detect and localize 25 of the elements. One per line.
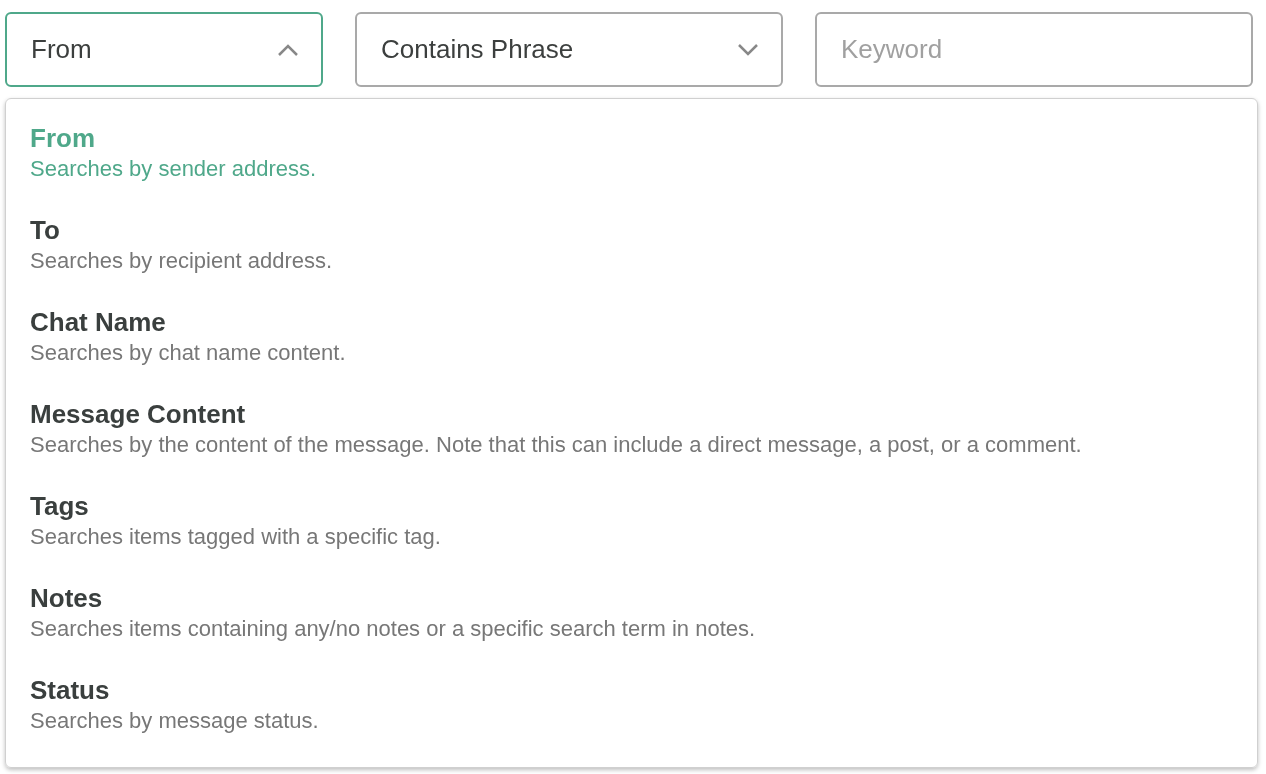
chevron-icon (737, 42, 759, 57)
option-title: Notes (30, 582, 104, 615)
option-title: Status (30, 674, 111, 707)
option-title: From (30, 122, 96, 155)
menu-option[interactable]: Tags Searches items tagged with a specific tag. (30, 489, 1257, 581)
option-description: Searches by recipient address. (30, 247, 334, 275)
option-description: Searches items containing any/no notes or a specific search term in notes. (30, 615, 757, 643)
option-description: Searches by the content of the message. Note that this can include a direct message, a post, or a comment. (30, 431, 1083, 459)
option-title: Chat Name (30, 306, 167, 339)
option-title: To (30, 214, 61, 247)
option-description: Searches by chat name content. (30, 339, 347, 367)
chevron-icon (277, 42, 299, 57)
option-description: Searches by sender address. (30, 155, 318, 183)
menu-option[interactable]: Message Content Searches by the content of the message. Note that this can include a direct message, a post, or a comment. (30, 397, 1257, 489)
option-description: Searches by message status. (30, 707, 320, 735)
operator-select[interactable]: Contains Phrase (355, 12, 783, 87)
menu-option[interactable]: Status Searches by message status. (30, 673, 1257, 765)
keyword-field[interactable]: Keyword (815, 12, 1253, 87)
menu-option[interactable]: To Searches by recipient address. (30, 213, 1257, 305)
option-description: Searches items tagged with a specific tag. (30, 523, 442, 551)
option-title: Message Content (30, 398, 247, 431)
field-select[interactable]: From (5, 12, 323, 87)
menu-option[interactable]: Notes Searches items containing any/no notes or a specific search term in notes. (30, 581, 1257, 673)
option-title: Tags (30, 490, 90, 523)
menu-option[interactable]: Chat Name Searches by chat name content. (30, 305, 1257, 397)
